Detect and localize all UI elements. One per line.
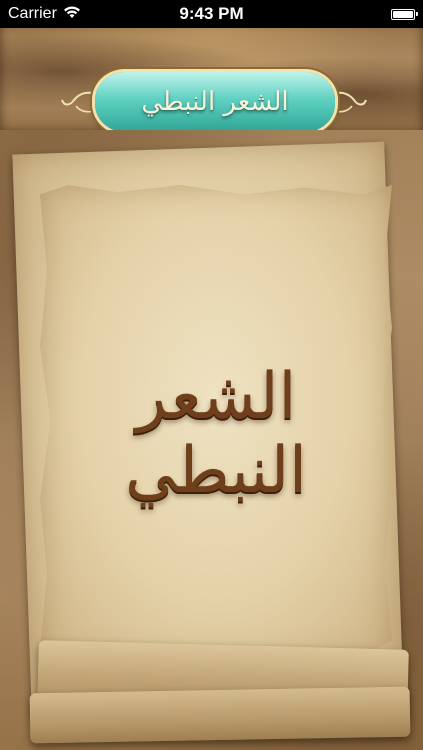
carrier-label: Carrier [8,5,57,22]
splash-title: الشعر النبطي [125,360,307,508]
status-bar: Carrier 9:43 PM [0,0,423,28]
app-logo-text: الشعر النبطي [141,87,289,117]
battery-icon [391,8,418,20]
wifi-icon [63,5,81,24]
splash-screen: Carrier 9:43 PM الشعر النبطي الشعر النبط… [0,0,423,750]
status-right [275,8,418,20]
status-time: 9:43 PM [179,4,244,23]
battery-fill [393,10,413,18]
status-left: Carrier [8,5,148,24]
header-banner: الشعر النبطي [0,28,423,138]
app-logo-plaque: الشعر النبطي [95,72,335,132]
scroll-roll-bottom [29,686,411,744]
